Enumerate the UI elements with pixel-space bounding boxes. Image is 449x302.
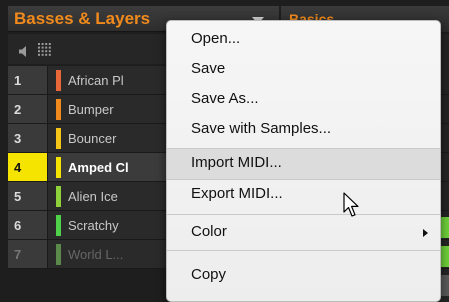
- slot-number: 3: [8, 124, 48, 152]
- sound-color-strip: [56, 128, 61, 149]
- sound-name: Bouncer: [68, 131, 117, 146]
- slot-number: 6: [8, 211, 48, 239]
- menu-item-open[interactable]: Open...: [167, 25, 440, 55]
- triangle-right-icon: [423, 229, 428, 237]
- slot-number: 4: [8, 153, 48, 181]
- menu-item-save[interactable]: Save: [167, 55, 440, 85]
- sound-name: Scratchy: [68, 218, 119, 233]
- menu-item-save-as[interactable]: Save As...: [167, 85, 440, 115]
- mouse-pointer-icon: [343, 192, 361, 223]
- menu-item-color[interactable]: Color: [167, 218, 440, 248]
- slot-number: 7: [8, 240, 48, 268]
- sound-color-strip: [56, 215, 61, 236]
- menu-item-copy[interactable]: Copy: [167, 261, 440, 291]
- sound-name: World L...: [68, 247, 124, 262]
- slot-number: 5: [8, 182, 48, 210]
- sound-color-strip: [56, 157, 61, 178]
- grid-icon[interactable]: [38, 43, 51, 61]
- sound-name: Amped Cl: [68, 160, 129, 175]
- menu-item-save-with-samples[interactable]: Save with Samples...: [167, 115, 440, 145]
- sound-name: African Pl: [68, 73, 124, 88]
- menu-item-import-midi[interactable]: Import MIDI...: [167, 149, 440, 179]
- sound-color-strip: [56, 244, 61, 265]
- sound-name: Alien Ice: [68, 189, 118, 204]
- slot-number: 1: [8, 66, 48, 94]
- sound-color-strip: [56, 186, 61, 207]
- menu-item-export-midi[interactable]: Export MIDI...: [167, 180, 440, 210]
- group-title[interactable]: Basses & Layers: [14, 9, 150, 29]
- slot-number: 2: [8, 95, 48, 123]
- sound-name: Bumper: [68, 102, 114, 117]
- context-menu: Open... Save Save As... Save with Sample…: [166, 20, 441, 302]
- sound-color-strip: [56, 99, 61, 120]
- menu-separator: [167, 250, 440, 251]
- speaker-icon[interactable]: [18, 44, 30, 62]
- sound-color-strip: [56, 70, 61, 91]
- menu-separator: [167, 214, 440, 215]
